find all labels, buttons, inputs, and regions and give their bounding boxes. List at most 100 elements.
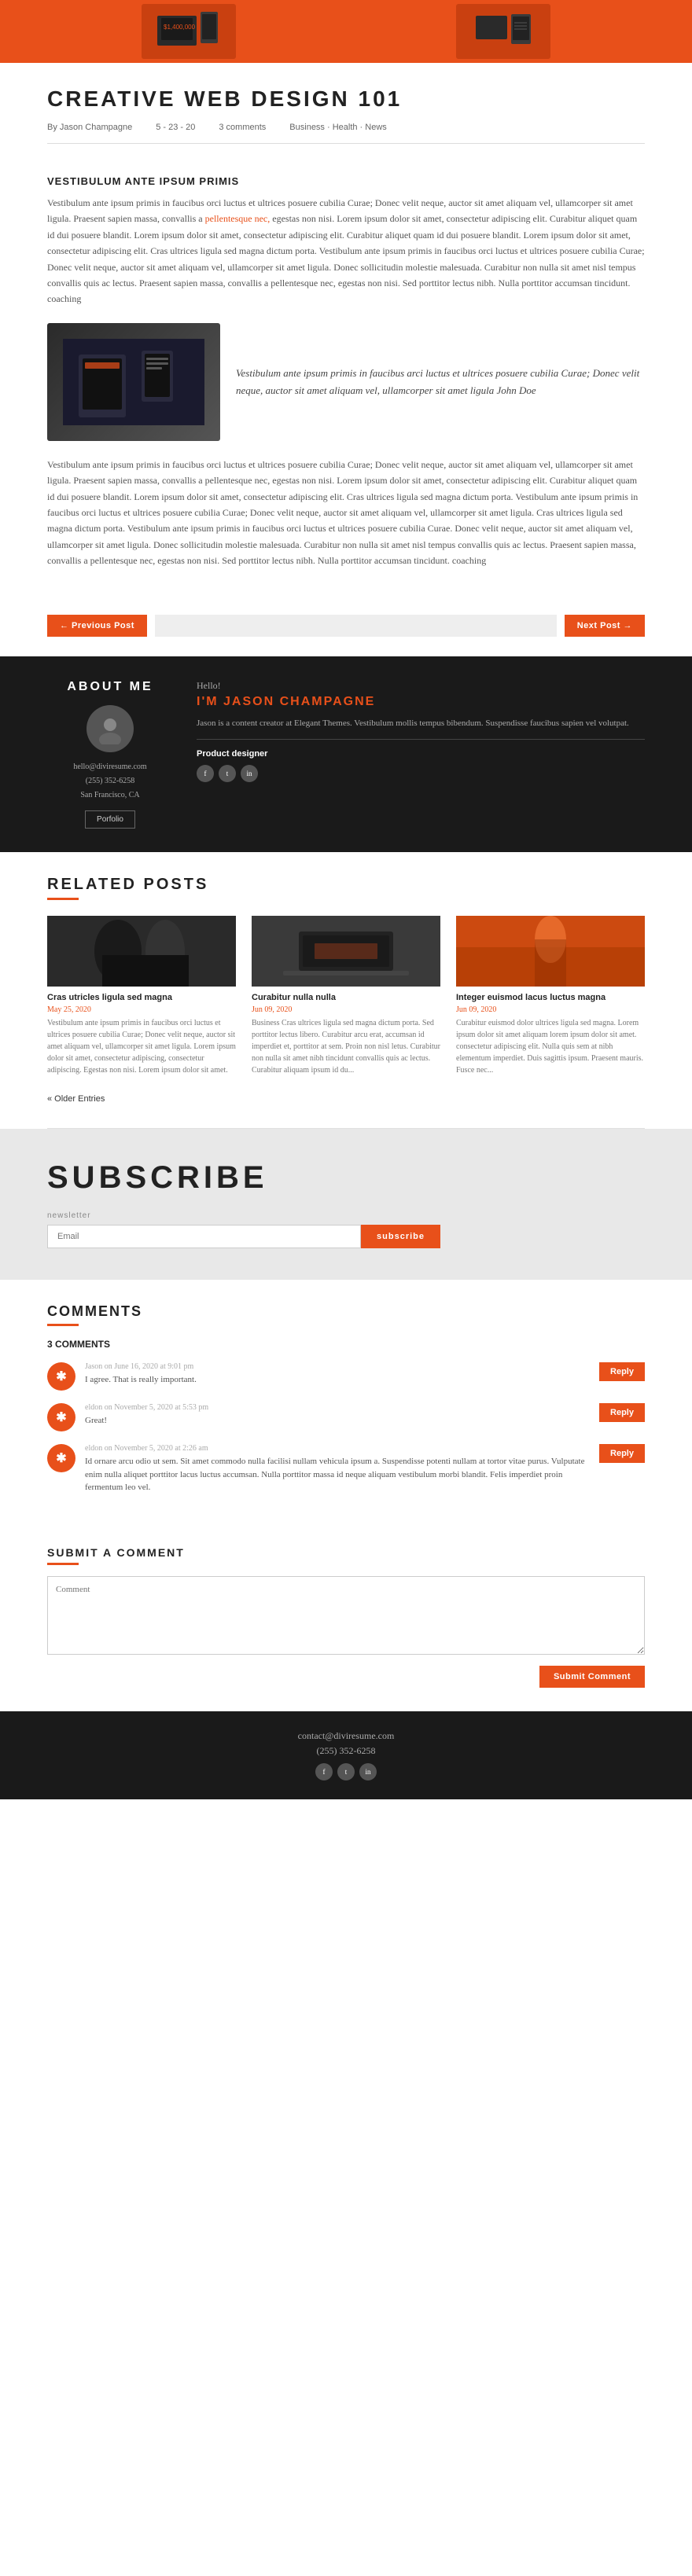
post-date: 5 - 23 - 20	[156, 123, 195, 132]
comment-meta-3: eldon on November 5, 2020 at 2:26 am	[85, 1444, 590, 1453]
comments-section: COMMENTS 3 COMMENTS ✱ Jason on June 16, …	[0, 1280, 692, 1531]
comment-text-1: I agree. That is really important.	[85, 1373, 590, 1387]
post-title: CREATIVE WEB DESIGN 101	[47, 86, 645, 112]
comment-body-3: eldon on November 5, 2020 at 2:26 am Id …	[85, 1444, 590, 1494]
about-role: Product designer	[197, 749, 645, 759]
submit-btn-row: Submit Comment	[47, 1666, 645, 1688]
about-email: hello@diviresume.com	[47, 760, 173, 774]
comment-avatar-1: ✱	[47, 1362, 75, 1391]
footer-facebook-icon[interactable]: f	[315, 1763, 333, 1780]
comment-textarea[interactable]	[47, 1576, 645, 1655]
hero-banner: $1,400,000	[0, 0, 692, 63]
reply-button-1[interactable]: Reply	[599, 1362, 645, 1381]
about-section: ABOUT ME hello@diviresume.com (255) 352-…	[0, 656, 692, 852]
comment-item-1: ✱ Jason on June 16, 2020 at 9:01 pm I ag…	[47, 1362, 645, 1391]
about-heading: ABOUT ME	[47, 680, 173, 694]
post-meta: By Jason Champagne 5 - 23 - 20 3 comment…	[47, 123, 645, 144]
related-date-3: Jun 09, 2020	[456, 1005, 645, 1014]
footer-social-icons: f t in	[31, 1763, 661, 1780]
subscribe-section: SUBSCRIBE newsletter subscribe	[0, 1129, 692, 1280]
about-hello: Hello!	[197, 680, 645, 692]
footer-email: contact@diviresume.com	[31, 1730, 661, 1742]
related-text-2: Business Cras ultrices ligula sed magna …	[252, 1017, 440, 1076]
main-content: VESTIBULUM ANTE IPSUM PRIMIS Vestibulum …	[0, 160, 692, 595]
comment-body-2: eldon on November 5, 2020 at 5:53 pm Gre…	[85, 1403, 590, 1428]
comment-text-2: Great!	[85, 1414, 590, 1428]
pull-quote: Vestibulum ante ipsum primis in faucibus…	[236, 365, 645, 399]
comments-count: 3 COMMENTS	[47, 1339, 645, 1350]
submit-heading: SUBMIT A COMMENT	[47, 1546, 645, 1559]
comment-item-3: ✱ eldon on November 5, 2020 at 2:26 am I…	[47, 1444, 645, 1494]
related-heading: RELATED POSTS	[47, 876, 645, 894]
subscribe-label: newsletter	[47, 1211, 440, 1220]
reply-button-3[interactable]: Reply	[599, 1444, 645, 1463]
comment-meta-2: eldon on November 5, 2020 at 5:53 pm	[85, 1403, 590, 1412]
post-navigation: ← Previous Post Next Post →	[0, 615, 692, 637]
comments-underline	[47, 1324, 79, 1326]
related-date-1: May 25, 2020	[47, 1005, 236, 1014]
related-title-3: Integer euismod lacus luctus magna	[456, 993, 645, 1002]
next-post-button[interactable]: Next Post →	[565, 615, 645, 637]
portfolio-button[interactable]: Porfolio	[85, 810, 135, 829]
svg-text:$1,400,000: $1,400,000	[164, 24, 196, 31]
about-phone: (255) 352-6258	[47, 774, 173, 788]
related-card-1: Cras utricles ligula sed magna May 25, 2…	[47, 916, 236, 1076]
prev-post-button[interactable]: ← Previous Post	[47, 615, 147, 637]
footer: contact@diviresume.com (255) 352-6258 f …	[0, 1711, 692, 1799]
related-card-2: Curabitur nulla nulla Jun 09, 2020 Busin…	[252, 916, 440, 1076]
body-text-2: Vestibulum ante ipsum primis in faucibus…	[47, 457, 645, 569]
related-img-3	[456, 916, 645, 987]
comment-text-3: Id ornare arcu odio ut sem. Sit amet com…	[85, 1455, 590, 1494]
submit-comment-section: SUBMIT A COMMENT Submit Comment	[0, 1531, 692, 1711]
related-img-1	[47, 916, 236, 987]
post-author: By Jason Champagne	[47, 123, 132, 132]
related-text-1: Vestibulum ante ipsum primis in faucibus…	[47, 1017, 236, 1076]
submit-underline	[47, 1563, 79, 1565]
about-name: I'M JASON CHAMPAGNE	[197, 695, 645, 709]
article-image	[47, 323, 220, 441]
older-entries-link[interactable]: « Older Entries	[47, 1094, 105, 1104]
nav-spacer	[155, 615, 557, 637]
subscribe-button[interactable]: subscribe	[361, 1225, 440, 1248]
body-link[interactable]: pellentesque nec,	[205, 213, 271, 224]
post-categories: Business · Health · News	[289, 123, 387, 132]
related-date-2: Jun 09, 2020	[252, 1005, 440, 1014]
related-underline	[47, 898, 79, 900]
related-card-3: Integer euismod lacus luctus magna Jun 0…	[456, 916, 645, 1076]
related-section: RELATED POSTS Cras utricles ligula sed m…	[0, 852, 692, 1128]
about-left: ABOUT ME hello@diviresume.com (255) 352-…	[47, 680, 173, 829]
comment-avatar-2: ✱	[47, 1403, 75, 1431]
comment-item-2: ✱ eldon on November 5, 2020 at 5:53 pm G…	[47, 1403, 645, 1431]
twitter-icon[interactable]: t	[219, 765, 236, 782]
hero-image-left: $1,400,000	[142, 4, 236, 59]
about-location: San Francisco, CA	[47, 788, 173, 803]
related-grid: Cras utricles ligula sed magna May 25, 2…	[47, 916, 645, 1076]
post-header: CREATIVE WEB DESIGN 101 By Jason Champag…	[0, 63, 692, 160]
related-title-1: Cras utricles ligula sed magna	[47, 993, 236, 1002]
avatar	[86, 705, 134, 752]
about-bio: Jason is a content creator at Elegant Th…	[197, 717, 645, 740]
hero-image-right	[456, 4, 550, 59]
section-heading: VESTIBULUM ANTE IPSUM PRIMIS	[47, 175, 645, 187]
related-text-3: Curabitur euismod dolor ultrices ligula …	[456, 1017, 645, 1076]
reply-button-2[interactable]: Reply	[599, 1403, 645, 1422]
submit-comment-button[interactable]: Submit Comment	[539, 1666, 645, 1688]
subscribe-email-input[interactable]	[47, 1225, 361, 1248]
post-comments: 3 comments	[219, 123, 266, 132]
footer-twitter-icon[interactable]: t	[337, 1763, 355, 1780]
linkedin-icon[interactable]: in	[241, 765, 258, 782]
footer-linkedin-icon[interactable]: in	[359, 1763, 377, 1780]
media-quote-block: Vestibulum ante ipsum primis in faucibus…	[47, 323, 645, 441]
about-right: Hello! I'M JASON CHAMPAGNE Jason is a co…	[197, 680, 645, 782]
body-text-1: Vestibulum ante ipsum primis in faucibus…	[47, 195, 645, 307]
subscribe-row: subscribe	[47, 1225, 440, 1248]
comment-body-1: Jason on June 16, 2020 at 9:01 pm I agre…	[85, 1362, 590, 1387]
comment-avatar-3: ✱	[47, 1444, 75, 1472]
comments-heading: COMMENTS	[47, 1303, 645, 1320]
comment-meta-1: Jason on June 16, 2020 at 9:01 pm	[85, 1362, 590, 1371]
related-img-2	[252, 916, 440, 987]
related-title-2: Curabitur nulla nulla	[252, 993, 440, 1002]
about-social-icons: f t in	[197, 765, 645, 782]
footer-phone: (255) 352-6258	[31, 1745, 661, 1757]
facebook-icon[interactable]: f	[197, 765, 214, 782]
